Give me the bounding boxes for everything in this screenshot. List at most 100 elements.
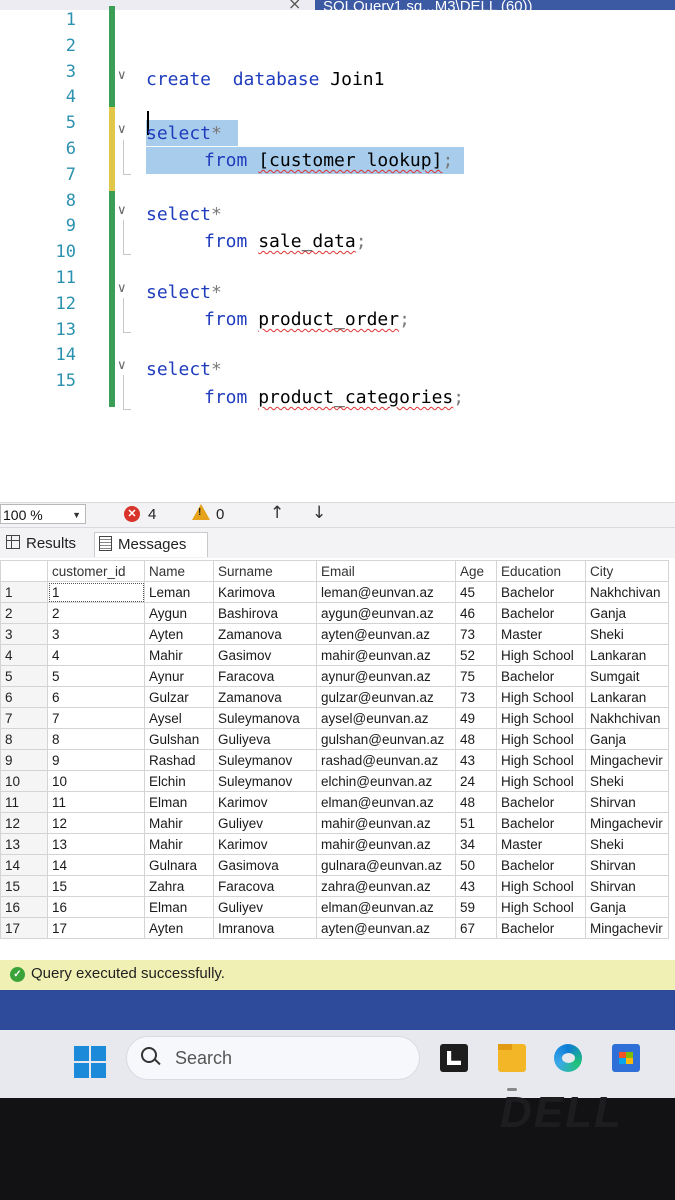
table-cell[interactable]: 73 (455, 623, 497, 645)
table-cell[interactable]: 6 (47, 686, 145, 708)
table-cell[interactable]: 8 (47, 728, 145, 750)
table-cell[interactable]: Zamanova (213, 686, 317, 708)
table-cell[interactable]: Bachelor (496, 812, 586, 834)
table-cell[interactable]: 43 (455, 875, 497, 897)
row-number[interactable]: 8 (0, 728, 48, 750)
table-cell[interactable]: Guliyev (213, 812, 317, 834)
table-cell[interactable]: Leman (144, 581, 214, 603)
table-cell[interactable]: aysel@eunvan.az (316, 707, 456, 729)
table-cell[interactable]: elman@eunvan.az (316, 896, 456, 918)
table-cell[interactable]: Karimov (213, 791, 317, 813)
edge-browser-icon[interactable] (554, 1044, 582, 1072)
table-cell[interactable]: 2 (47, 602, 145, 624)
table-cell[interactable]: gulnara@eunvan.az (316, 854, 456, 876)
table-cell[interactable]: Gasimov (213, 644, 317, 666)
table-cell[interactable]: 15 (47, 875, 145, 897)
row-number[interactable]: 12 (0, 812, 48, 834)
code-line-9[interactable]: from sale_data; (204, 231, 367, 252)
table-cell[interactable]: 17 (47, 917, 145, 939)
code-line-15[interactable]: from product_categories; (204, 387, 464, 408)
table-cell[interactable]: Sheki (585, 770, 669, 792)
table-cell[interactable]: Ayten (144, 917, 214, 939)
table-cell[interactable]: Gulzar (144, 686, 214, 708)
column-header[interactable]: customer_id (47, 560, 145, 582)
table-cell[interactable]: 12 (47, 812, 145, 834)
table-cell[interactable]: Bashirova (213, 602, 317, 624)
table-row[interactable]: 16 16 Elman Guliyev elman@eunvan.az 59 High Sc… (0, 896, 669, 918)
table-cell[interactable]: 11 (47, 791, 145, 813)
row-number[interactable]: 2 (0, 602, 48, 624)
row-number[interactable]: 10 (0, 770, 48, 792)
table-cell[interactable]: Bachelor (496, 581, 586, 603)
table-cell[interactable]: High School (496, 770, 586, 792)
table-cell[interactable]: 10 (47, 770, 145, 792)
table-cell[interactable]: Elman (144, 896, 214, 918)
code-line-6[interactable]: from [customer lookup]; (204, 150, 453, 171)
column-header[interactable]: Surname (213, 560, 317, 582)
table-cell[interactable]: Guliyeva (213, 728, 317, 750)
tab-messages[interactable]: Messages (94, 532, 208, 557)
table-cell[interactable]: Faracova (213, 665, 317, 687)
table-cell[interactable]: Lankaran (585, 644, 669, 666)
code-line-5[interactable]: select* (146, 123, 222, 144)
table-cell[interactable]: Mahir (144, 644, 214, 666)
table-row[interactable]: 11 11 Elman Karimov elman@eunvan.az 48 Bachelo… (0, 791, 669, 813)
table-cell[interactable]: zahra@eunvan.az (316, 875, 456, 897)
microsoft-store-icon[interactable] (612, 1044, 640, 1072)
windows-start-icon[interactable] (74, 1046, 106, 1078)
table-cell[interactable]: Aynur (144, 665, 214, 687)
file-explorer-icon[interactable] (498, 1044, 526, 1072)
table-cell[interactable]: aygun@eunvan.az (316, 602, 456, 624)
table-cell[interactable]: Karimov (213, 833, 317, 855)
table-cell[interactable]: Shirvan (585, 875, 669, 897)
table-cell[interactable]: 43 (455, 749, 497, 771)
table-row[interactable]: 9 9 Rashad Suleymanov rashad@eunvan.az 43 High… (0, 749, 669, 771)
table-cell[interactable]: Ayten (144, 623, 214, 645)
row-number[interactable]: 1 (0, 581, 48, 603)
table-row[interactable]: 13 13 Mahir Karimov mahir@eunvan.az 34 Master S… (0, 833, 669, 855)
table-cell[interactable]: Rashad (144, 749, 214, 771)
row-number[interactable]: 4 (0, 644, 48, 666)
table-cell[interactable]: 75 (455, 665, 497, 687)
table-cell[interactable]: Mahir (144, 833, 214, 855)
table-cell[interactable]: ayten@eunvan.az (316, 623, 456, 645)
table-cell[interactable]: Elchin (144, 770, 214, 792)
table-row[interactable]: 10 10 Elchin Suleymanov elchin@eunvan.az 24 Hi… (0, 770, 669, 792)
row-number-header[interactable] (0, 560, 48, 582)
table-cell[interactable]: Faracova (213, 875, 317, 897)
table-cell[interactable]: High School (496, 686, 586, 708)
table-cell[interactable]: aynur@eunvan.az (316, 665, 456, 687)
table-row[interactable]: 6 6 Gulzar Zamanova gulzar@eunvan.az 73 High S… (0, 686, 669, 708)
code-line-12[interactable]: from product_order; (204, 309, 410, 330)
table-cell[interactable]: Bachelor (496, 854, 586, 876)
table-row[interactable]: 3 3 Ayten Zamanova ayten@eunvan.az 73 Master Sh… (0, 623, 669, 645)
table-cell[interactable]: Mingachevir (585, 812, 669, 834)
table-cell[interactable]: Master (496, 623, 586, 645)
row-number[interactable]: 15 (0, 875, 48, 897)
table-cell[interactable]: 48 (455, 728, 497, 750)
code-line-8[interactable]: select* (146, 204, 222, 225)
table-cell[interactable]: 67 (455, 917, 497, 939)
table-cell[interactable]: High School (496, 707, 586, 729)
row-number[interactable]: 6 (0, 686, 48, 708)
column-header[interactable]: City (585, 560, 669, 582)
table-cell[interactable]: Mahir (144, 812, 214, 834)
results-grid[interactable]: customer_id Name Surname Email Age Educa… (0, 560, 675, 956)
table-cell[interactable]: 5 (47, 665, 145, 687)
column-header[interactable]: Education (496, 560, 586, 582)
table-cell[interactable]: Master (496, 833, 586, 855)
table-cell[interactable]: mahir@eunvan.az (316, 833, 456, 855)
zoom-dropdown[interactable]: 100 % ▼ (0, 504, 86, 524)
table-cell[interactable]: gulshan@eunvan.az (316, 728, 456, 750)
table-cell[interactable]: Lankaran (585, 686, 669, 708)
table-cell[interactable]: Zahra (144, 875, 214, 897)
table-cell[interactable]: Elman (144, 791, 214, 813)
table-cell[interactable]: leman@eunvan.az (316, 581, 456, 603)
table-cell[interactable]: 52 (455, 644, 497, 666)
code-line-3[interactable]: create database Join1 (146, 69, 384, 90)
table-cell[interactable]: Gulnara (144, 854, 214, 876)
table-cell[interactable]: mahir@eunvan.az (316, 812, 456, 834)
table-cell[interactable]: 59 (455, 896, 497, 918)
table-cell[interactable]: Imranova (213, 917, 317, 939)
table-cell[interactable]: Guliyev (213, 896, 317, 918)
